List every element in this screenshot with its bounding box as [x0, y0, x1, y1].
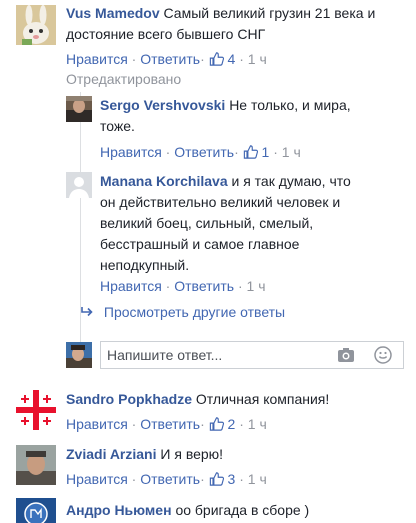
thumbs-up-icon[interactable]: [209, 52, 224, 66]
like-button[interactable]: Нравится: [66, 416, 128, 432]
timestamp[interactable]: 1 ч: [248, 416, 267, 432]
author-name[interactable]: Sandro Popkhadze: [66, 391, 192, 407]
comment-text-line: Самый великий грузин 21 века и: [163, 5, 376, 21]
comment-text-line: он действительно великий человек и: [100, 194, 341, 210]
like-button[interactable]: Нравится: [100, 144, 162, 160]
reply-button[interactable]: Ответить: [174, 144, 234, 160]
comment-text-line: великий боец, сильный, смелый,: [100, 215, 314, 231]
author-name[interactable]: Zviadi Arziani: [66, 446, 157, 462]
comment-text-line: Отличная компания!: [195, 391, 330, 407]
emoji-icon[interactable]: [374, 346, 392, 364]
avatar-zviadi-arziani[interactable]: [16, 445, 56, 485]
timestamp[interactable]: 1 ч: [248, 51, 267, 67]
author-name[interactable]: Андро Ньюмен: [66, 502, 172, 518]
default-avatar-icon: [66, 172, 92, 198]
thumbs-up-icon[interactable]: [209, 417, 224, 431]
timestamp[interactable]: 1 ч: [248, 471, 267, 487]
comment-body-vus-mamedov: Vus Mamedov Самый великий грузин 21 века…: [66, 3, 406, 45]
thumbs-up-icon[interactable]: [243, 145, 258, 159]
like-count[interactable]: 1: [262, 144, 270, 160]
timestamp[interactable]: 1 ч: [247, 278, 266, 294]
reply-input[interactable]: [107, 346, 327, 364]
comment-body-sergo-vershvovski: Sergo Vershvovski Не только, и мира, тож…: [100, 95, 400, 137]
comment-body-andro-newman: Андро Ньюмен оо бригада в сборе ): [66, 500, 406, 521]
comment-body-zviadi-arziani: Zviadi Arziani И я верю!: [66, 444, 406, 465]
like-button[interactable]: Нравится: [66, 51, 128, 67]
comment-text-line: оо бригада в сборе ): [175, 502, 310, 518]
reply-button[interactable]: Ответить: [174, 278, 234, 294]
comment-actions: Нравится · Ответить· 4 · 1 ч: [66, 51, 267, 67]
author-name[interactable]: Manana Korchilava: [100, 173, 228, 189]
author-name[interactable]: Vus Mamedov: [66, 5, 160, 21]
profile-photo-icon: [66, 96, 92, 122]
comment-text-line: тоже.: [100, 118, 135, 134]
edited-label[interactable]: Отредактировано: [66, 70, 181, 88]
more-replies-link[interactable]: Просмотреть другие ответы: [80, 303, 285, 321]
avatar-sandro-popkhadze[interactable]: [16, 390, 56, 430]
comment-text-line: и я так думаю, что: [231, 173, 351, 189]
like-button[interactable]: Нравится: [100, 278, 162, 294]
comment-actions: Нравится · Ответить· 2 · 1 ч: [66, 416, 267, 432]
avatar-manana-korchilava[interactable]: [66, 172, 92, 198]
like-button[interactable]: Нравится: [66, 471, 128, 487]
reply-composer[interactable]: [100, 341, 404, 369]
avatar-andro-newman[interactable]: [16, 498, 56, 523]
like-count[interactable]: 3: [228, 471, 236, 487]
profile-photo-icon: [66, 342, 92, 368]
reply-arrow-icon: [81, 307, 93, 317]
georgian-flag-icon: [16, 390, 56, 430]
avatar-sergo-vershvovski[interactable]: [66, 96, 92, 122]
comment-body-manana-korchilava: Manana Korchilava и я так думаю, что он …: [100, 171, 406, 276]
comment-text-line: Не только, и мира,: [229, 97, 351, 113]
reply-button[interactable]: Ответить: [140, 416, 200, 432]
profile-photo-icon: [16, 445, 56, 485]
comment-text-line: неподкупный.: [100, 257, 190, 273]
rabbit-avatar-icon: [16, 5, 56, 45]
reply-button[interactable]: Ответить: [140, 471, 200, 487]
reply-button[interactable]: Ответить: [140, 51, 200, 67]
comment-actions: Нравится · Ответить · 1 ч: [100, 278, 266, 294]
camera-icon[interactable]: [337, 347, 355, 363]
author-name[interactable]: Sergo Vershvovski: [100, 97, 225, 113]
avatar-current-user[interactable]: [66, 342, 92, 368]
thumbs-up-icon[interactable]: [209, 472, 224, 486]
like-count[interactable]: 2: [228, 416, 236, 432]
comment-actions: Нравится · Ответить· 3 · 1 ч: [66, 471, 267, 487]
comment-text-line: бесстрашный и самое главное: [100, 236, 300, 252]
like-count[interactable]: 4: [228, 51, 236, 67]
timestamp[interactable]: 1 ч: [282, 144, 301, 160]
comment-text-line: достояние всего бывшего СНГ: [66, 26, 266, 42]
comment-text-line: И я верю!: [160, 446, 224, 462]
comment-actions: Нравится · Ответить· 1 · 1 ч: [100, 144, 301, 160]
logo-avatar-icon: [16, 498, 56, 523]
comment-body-sandro-popkhadze: Sandro Popkhadze Отличная компания!: [66, 389, 406, 410]
avatar-vus-mamedov[interactable]: [16, 5, 56, 45]
